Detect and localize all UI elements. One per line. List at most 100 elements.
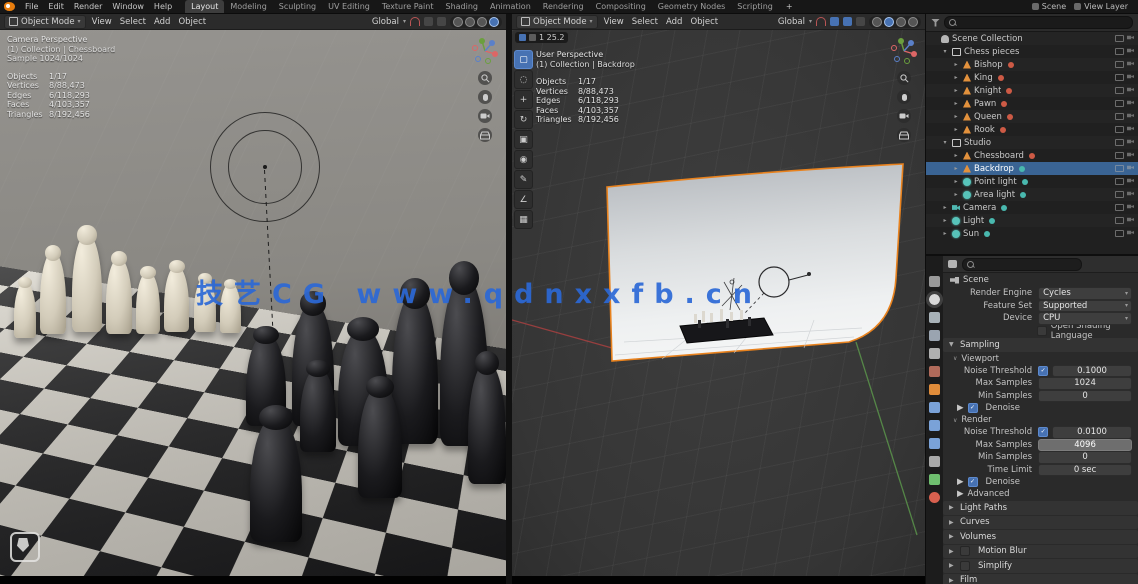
properties-tab-object[interactable] [929,384,940,395]
shading-wireframe-button[interactable] [872,17,882,27]
expander-icon[interactable]: ▸ [952,61,960,68]
zoom-button[interactable] [478,71,492,85]
viewport-visibility-icon[interactable] [1115,126,1124,133]
snap-magnet-icon[interactable] [816,17,826,26]
tab-uv-editing[interactable]: UV Editing [322,0,376,13]
shading-material-button[interactable] [896,17,906,27]
viewport-visibility-icon[interactable] [1115,191,1124,198]
expander-icon[interactable]: ▸ [952,100,960,107]
viewport-visibility-icon[interactable] [1115,152,1124,159]
outliner-row-queen[interactable]: ▸Queen [926,110,1138,123]
properties-tab-data[interactable] [929,474,940,485]
pan-hand-button[interactable] [478,90,492,104]
outliner-row-pawn[interactable]: ▸Pawn [926,97,1138,110]
shading-rendered-button[interactable] [908,17,918,27]
render-visibility-icon[interactable] [1127,87,1134,92]
properties-tab-modifiers[interactable] [929,402,940,413]
tab-geometry-nodes[interactable]: Geometry Nodes [652,0,731,13]
expander-icon[interactable]: ▸ [952,178,960,185]
menu-render[interactable]: Render [69,0,107,13]
render-visibility-icon[interactable] [1127,178,1134,183]
properties-search-input[interactable] [962,258,1082,271]
properties-tab-tool[interactable] [929,276,940,287]
tool-move[interactable]: + [514,90,533,109]
outliner-row-camera[interactable]: ▸Camera [926,201,1138,214]
render-visibility-icon[interactable] [1127,204,1134,209]
render-visibility-icon[interactable] [1127,126,1134,131]
field-value-device[interactable]: CPU [1038,312,1132,325]
tab-scripting[interactable]: Scripting [731,0,779,13]
viewport-visibility-icon[interactable] [1115,113,1124,120]
panel-film[interactable]: ▶Film [943,574,1138,584]
view-layer-selector[interactable]: View Layer [1074,2,1128,11]
outliner-row-area-light[interactable]: ▸Area light [926,188,1138,201]
outliner-row-king[interactable]: ▸King [926,71,1138,84]
checkbox-denoise[interactable]: ✓ [968,403,978,413]
viewport-menu-select[interactable]: Select [628,17,662,27]
shading-solid-button[interactable] [884,17,894,27]
viewport-menu-select[interactable]: Select [116,17,150,27]
snap-magnet-icon[interactable] [410,17,420,26]
viewport-menu-add[interactable]: Add [662,17,686,27]
viewport-visibility-icon[interactable] [1115,165,1124,172]
menu-help[interactable]: Help [149,0,177,13]
mode-dropdown[interactable]: Object Mode ▾ [4,15,86,29]
outliner-row-backdrop[interactable]: ▸Backdrop [926,162,1138,175]
properties-tab-view-layer[interactable] [929,330,940,341]
outliner-row-scene-collection[interactable]: Scene Collection [926,32,1138,45]
expander-icon[interactable]: ▸ [952,87,960,94]
collapsed-advanced[interactable]: ▶Advanced [943,488,1138,500]
properties-tab-output[interactable] [929,312,940,323]
tab-shading[interactable]: Shading [439,0,484,13]
checkbox-noise-threshold[interactable]: ✓ [1038,366,1048,376]
blender-logo-icon[interactable] [4,2,15,11]
panel-volumes[interactable]: ▶Volumes [943,530,1138,544]
menu-file[interactable]: File [20,0,43,13]
stats-chip[interactable]: 1 25.2 [515,32,568,43]
checkbox-denoise[interactable]: ✓ [968,477,978,487]
perspective-toggle-button[interactable] [478,128,492,142]
render-visibility-icon[interactable] [1127,191,1134,196]
properties-tab-render[interactable] [929,294,940,305]
zoom-button[interactable] [897,71,911,85]
outliner-row-sun[interactable]: ▸Sun [926,227,1138,240]
panel-motion-blur[interactable]: ▶Motion Blur [943,545,1138,559]
outliner-row-light[interactable]: ▸Light [926,214,1138,227]
tool-measure[interactable]: ∠ [514,190,533,209]
viewport-visibility-icon[interactable] [1115,230,1124,237]
expander-icon[interactable]: ▸ [941,230,949,237]
viewport-visibility-icon[interactable] [1115,178,1124,185]
viewport-center-3d[interactable]: Object Mode ▾ ViewSelectAddObject Global… [512,14,925,584]
tool-annotate[interactable]: ✎ [514,170,533,189]
outliner-row-chess-pieces[interactable]: ▾Chess pieces [926,45,1138,58]
viewport-visibility-icon[interactable] [1115,100,1124,107]
panel-light-paths[interactable]: ▶Light Paths [943,501,1138,515]
expander-icon[interactable]: ▾ [941,139,949,146]
viewport-visibility-icon[interactable] [1115,35,1124,42]
field-value-noise-threshold[interactable]: 0.1000 [1052,365,1132,378]
render-visibility-icon[interactable] [1127,48,1134,53]
add-workspace-button[interactable]: + [781,0,798,13]
shading-solid-button[interactable] [465,17,475,27]
tool-scale[interactable]: ▣ [514,130,533,149]
expander-icon[interactable]: ▸ [952,152,960,159]
tab-animation[interactable]: Animation [484,0,537,13]
subsection-render[interactable]: ∨Render [943,414,1138,426]
properties-editor-icon[interactable] [948,260,957,268]
properties-tab-world[interactable] [929,366,940,377]
tab-layout[interactable]: Layout [185,0,224,13]
tool-cursor[interactable]: ◌ [514,70,533,89]
panel-simplify[interactable]: ▶Simplify [943,559,1138,573]
annotate-tool-icon[interactable] [10,532,40,562]
tool-transform[interactable]: ◉ [514,150,533,169]
viewport-visibility-icon[interactable] [1115,74,1124,81]
tab-sculpting[interactable]: Sculpting [273,0,322,13]
field-value-min-samples[interactable]: 0 [1038,451,1132,464]
expander-icon[interactable]: ▸ [952,191,960,198]
viewport-visibility-icon[interactable] [1115,139,1124,146]
field-value-time-limit[interactable]: 0 sec [1038,464,1132,477]
menu-edit[interactable]: Edit [43,0,69,13]
properties-tab-physics[interactable] [929,438,940,449]
render-visibility-icon[interactable] [1127,230,1134,235]
tab-texture-paint[interactable]: Texture Paint [376,0,440,13]
